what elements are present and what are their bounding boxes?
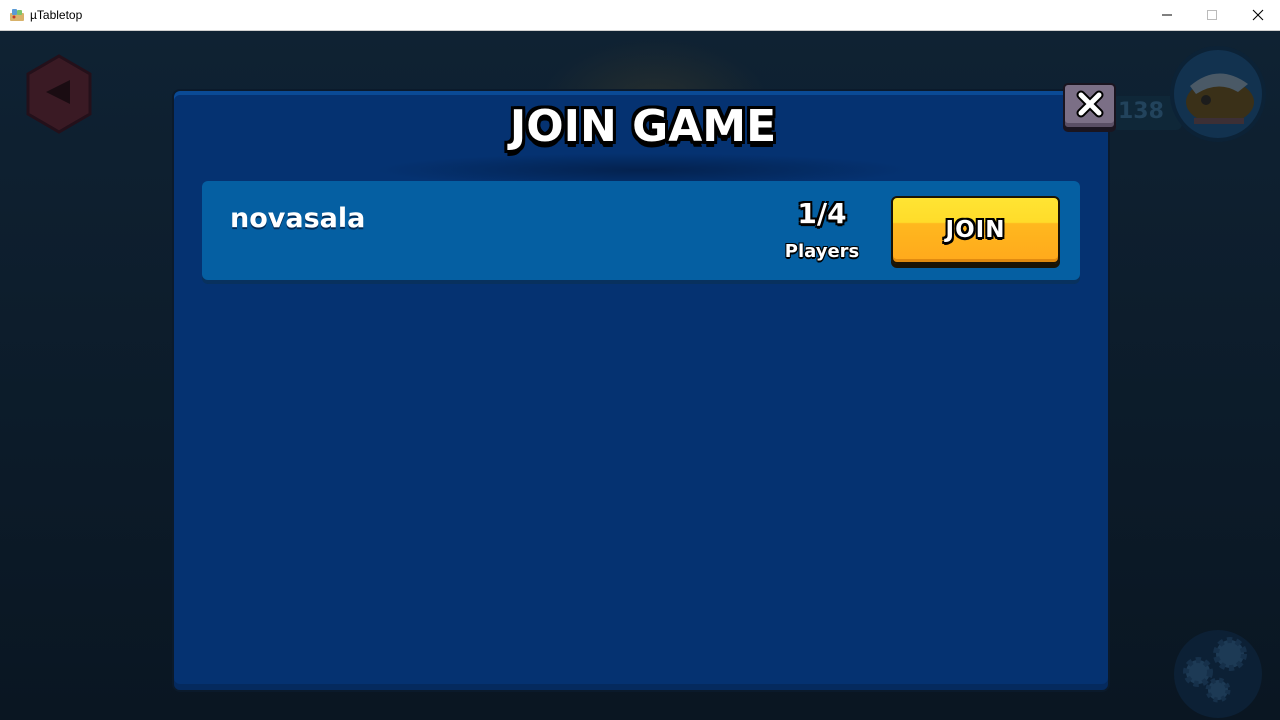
settings-gears-icon [1168,630,1268,720]
join-game-dialog: JOIN GAME [172,89,1110,692]
app-window: µTabletop 138 JOIN GAME novasala 1/4 Pla… [0,0,1280,720]
trophy-count-text: 138 [1118,99,1164,124]
room-name: novasala [230,203,366,234]
minimize-icon [1161,6,1173,25]
room-list: novasala 1/4 Players JOIN [202,181,1080,280]
window-title: µTabletop [30,8,83,22]
room-list-item[interactable]: novasala 1/4 Players JOIN [202,181,1080,280]
window-titlebar[interactable]: µTabletop [0,0,1280,31]
room-players-label: Players [784,241,860,262]
dialog-close-button[interactable] [1063,83,1116,129]
maximize-icon [1206,6,1218,25]
maximize-button[interactable] [1189,0,1235,30]
window-close-button[interactable] [1235,0,1280,30]
back-button[interactable] [24,54,94,134]
close-x-icon [1076,90,1104,122]
join-button-label: JOIN [945,217,1006,243]
settings-button[interactable] [1168,624,1268,720]
minimize-button[interactable] [1144,0,1190,30]
profile-button[interactable] [1168,44,1268,142]
join-button[interactable]: JOIN [891,196,1060,264]
player-avatar-icon [1168,46,1268,146]
close-icon [1252,6,1264,25]
app-icon [9,7,25,23]
back-arrow-icon [24,54,94,138]
dialog-title: JOIN GAME [509,101,777,152]
room-player-count: 1/4 [797,197,847,230]
